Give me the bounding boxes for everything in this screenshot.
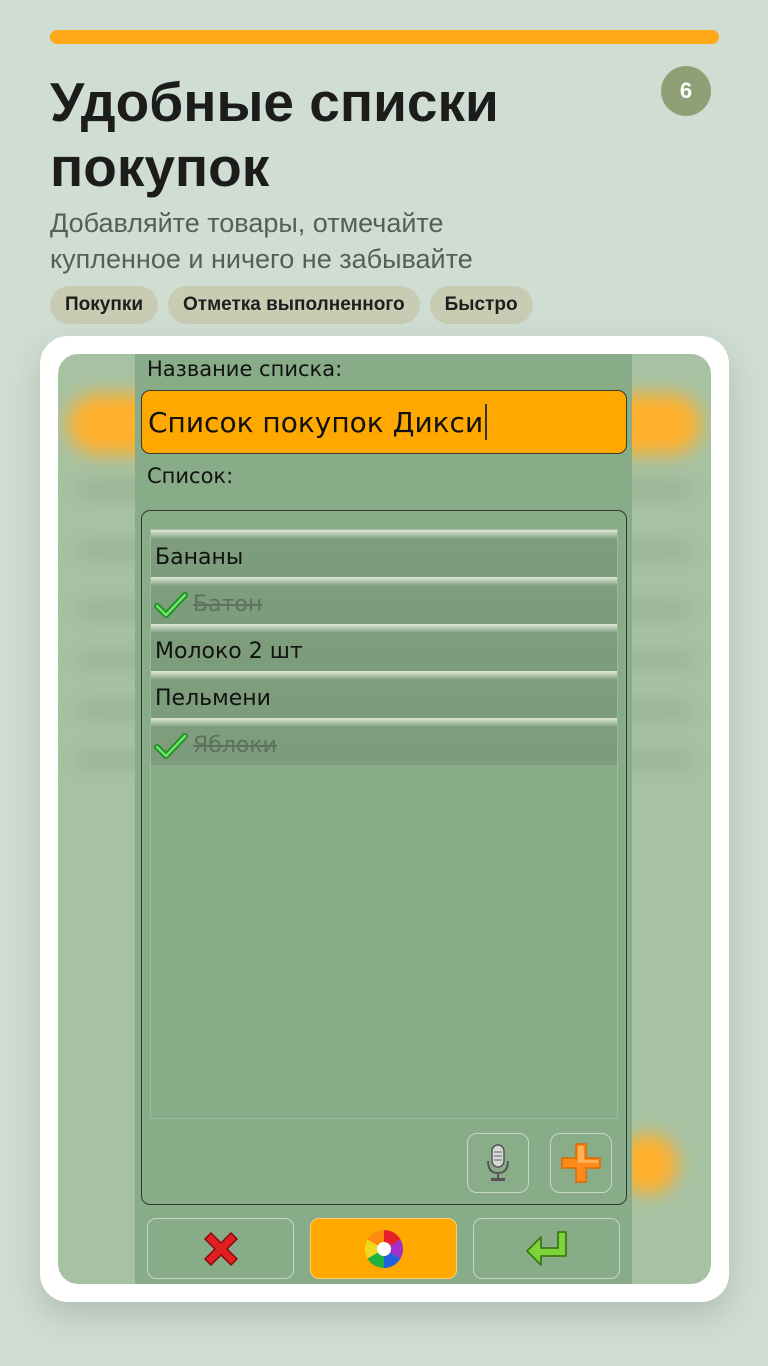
headline: Удобные списки покупок	[50, 71, 499, 198]
plus-icon	[561, 1143, 601, 1183]
list-name-input[interactable]: Список покупок Дикси	[141, 390, 627, 454]
add-item-button[interactable]	[550, 1133, 612, 1193]
progress-bar	[50, 30, 719, 44]
feature-chips: Покупки Отметка выполненного Быстро	[50, 286, 533, 324]
app-screen: Название списка: Список покупок Дикси Сп…	[58, 354, 711, 1284]
list-item[interactable]: Молоко 2 шт	[151, 624, 617, 671]
color-picker-button[interactable]	[310, 1218, 457, 1279]
page-number-badge: 6	[661, 66, 711, 116]
voice-input-button[interactable]	[467, 1133, 529, 1193]
list-item-text: Яблоки	[193, 733, 277, 758]
list-item-text: Молоко 2 шт	[155, 639, 303, 664]
text-caret	[485, 404, 488, 440]
list-item-text: Пельмени	[155, 686, 271, 711]
list-item-text: Батон	[193, 592, 263, 617]
shopping-list[interactable]: Бананы Батон Молоко 2 шт Пельмени Яблоки	[150, 529, 618, 1119]
chip-mark-done: Отметка выполненного	[168, 286, 420, 324]
close-icon	[203, 1231, 238, 1266]
subtitle: Добавляйте товары, отмечайте купленное и…	[50, 208, 473, 274]
edit-list-dialog: Название списка: Список покупок Дикси Сп…	[135, 354, 632, 1284]
confirm-button[interactable]	[473, 1218, 620, 1279]
list-item[interactable]: Батон	[151, 577, 617, 624]
list-item-text: Бананы	[155, 545, 244, 570]
cancel-button[interactable]	[147, 1218, 294, 1279]
list-item[interactable]: Пельмени	[151, 671, 617, 718]
enter-arrow-icon	[525, 1230, 567, 1266]
list-label: Список:	[147, 464, 234, 488]
list-frame: Бананы Батон Молоко 2 шт Пельмени Яблоки	[141, 510, 627, 1205]
color-wheel-icon	[364, 1229, 403, 1268]
list-name-label: Название списка:	[147, 357, 343, 381]
checkmark-icon	[154, 591, 188, 618]
microphone-icon	[487, 1144, 509, 1181]
device-frame: Название списка: Список покупок Дикси Сп…	[40, 336, 729, 1302]
list-item[interactable]: Яблоки	[151, 718, 617, 765]
list-item[interactable]: Бананы	[151, 530, 617, 577]
list-name-value: Список покупок Дикси	[148, 405, 484, 439]
checkmark-icon	[154, 732, 188, 759]
chip-fast: Быстро	[429, 286, 533, 324]
chip-shopping: Покупки	[50, 286, 159, 324]
